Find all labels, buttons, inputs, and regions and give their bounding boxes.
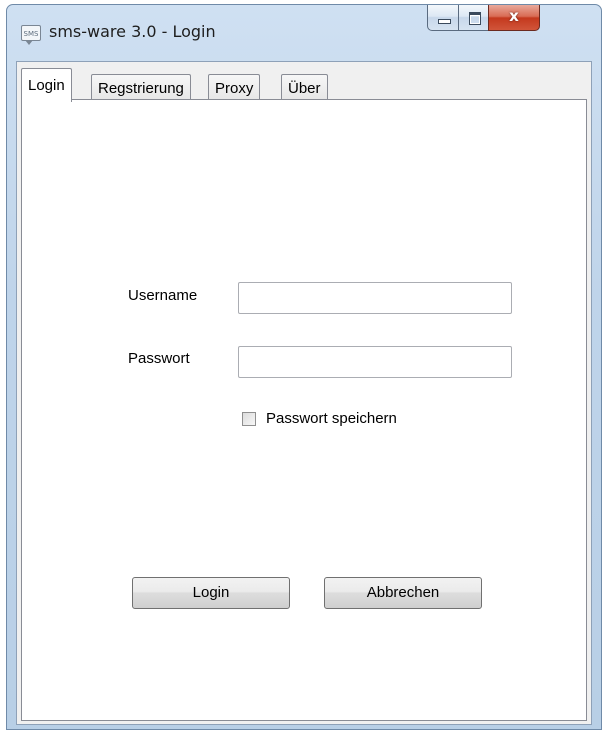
tab-proxy[interactable]: Proxy [208,74,261,102]
close-button[interactable]: x [488,5,540,31]
login-window: SMS sms-ware 3.0 - Login x Login Regstri… [6,4,602,730]
username-input[interactable] [238,282,512,314]
close-icon: x [509,7,519,25]
remember-password-label: Passwort speichern [266,410,397,427]
cancel-button[interactable]: Abbrechen [324,577,482,609]
username-label: Username [128,287,198,304]
client-area: Login Regstrierung Proxy Über Username P… [16,61,592,725]
minimize-button[interactable] [427,5,459,31]
window-title: sms-ware 3.0 - Login [49,22,216,41]
maximize-icon [469,12,481,25]
title-bar[interactable]: SMS sms-ware 3.0 - Login x [7,5,601,61]
tab-ueber[interactable]: Über [281,74,328,102]
password-input[interactable] [238,346,512,378]
password-label: Passwort [128,350,190,367]
maximize-button[interactable] [458,5,489,31]
login-panel: Username Passwort Passwort speichern Log… [21,99,587,721]
sms-app-icon: SMS [21,25,41,45]
remember-password-checkbox[interactable] [242,412,256,426]
tab-login[interactable]: Login [21,68,72,102]
minimize-icon [438,19,451,24]
login-button[interactable]: Login [132,577,290,609]
tab-registrierung[interactable]: Regstrierung [91,74,191,102]
